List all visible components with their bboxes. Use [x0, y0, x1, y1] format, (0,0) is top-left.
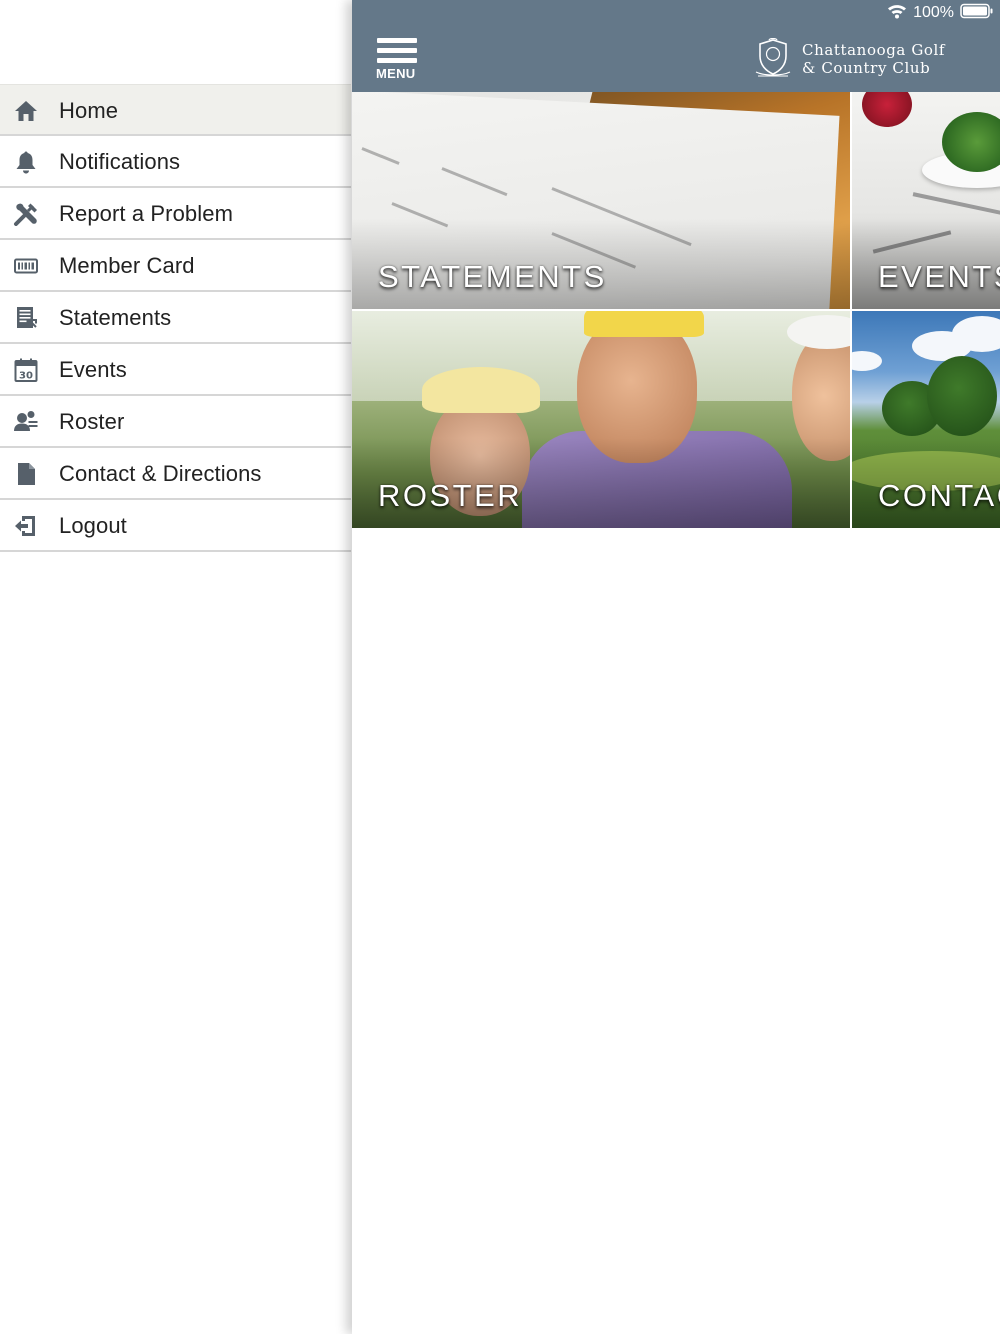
- drawer-menu: Home Notifications Report a Problem Memb…: [0, 84, 351, 552]
- menu-button[interactable]: MENU: [376, 38, 418, 82]
- menu-item-contact-directions[interactable]: Contact & Directions: [0, 448, 351, 500]
- status-bar: 100%: [887, 3, 994, 23]
- tile-caption: EVENTS: [878, 259, 1000, 294]
- menu-item-label: Notifications: [59, 149, 181, 174]
- tile-events[interactable]: EVENTS: [852, 92, 1000, 309]
- menu-item-home[interactable]: Home: [0, 84, 351, 136]
- menu-item-label: Member Card: [59, 253, 195, 278]
- tile-caption: STATEMENTS: [378, 259, 607, 294]
- bell-icon: [13, 149, 39, 175]
- menu-item-label: Roster: [59, 409, 125, 434]
- svg-text:30: 30: [19, 371, 33, 382]
- club-name: Chattanooga Golf & Country Club: [802, 41, 1000, 77]
- menu-item-member-card[interactable]: Member Card: [0, 240, 351, 292]
- menu-item-events[interactable]: 30 Events: [0, 344, 351, 396]
- menu-item-label: Logout: [59, 513, 127, 538]
- club-name-line-2: & Country Club: [802, 59, 931, 77]
- menu-item-label: Report a Problem: [59, 201, 234, 226]
- tile-contact[interactable]: CONTACT: [852, 311, 1000, 528]
- battery-percent: 100%: [913, 4, 954, 21]
- club-crest-logo: [754, 37, 792, 78]
- tools-icon: [13, 201, 39, 227]
- roster-icon: [13, 409, 39, 435]
- hamburger-icon: [377, 38, 417, 43]
- wifi-icon: [887, 3, 907, 24]
- tile-caption: CONTACT: [878, 478, 1000, 513]
- home-icon: [13, 98, 39, 124]
- logout-icon: [13, 513, 39, 539]
- menu-item-report-problem[interactable]: Report a Problem: [0, 188, 351, 240]
- tile-roster[interactable]: ROSTER: [352, 311, 850, 528]
- tile-caption: ROSTER: [378, 478, 523, 513]
- statement-icon: [13, 305, 39, 331]
- member-card-icon: [13, 253, 39, 279]
- battery-icon: [960, 3, 994, 24]
- club-name-line-1: Chattanooga Golf: [802, 41, 946, 59]
- tile-statements[interactable]: STATEMENTS: [352, 92, 850, 309]
- menu-item-label: Home: [59, 98, 119, 123]
- menu-item-label: Events: [59, 357, 127, 382]
- menu-item-roster[interactable]: Roster: [0, 396, 351, 448]
- menu-item-logout[interactable]: Logout: [0, 500, 351, 552]
- menu-item-label: Contact & Directions: [59, 461, 262, 486]
- menu-button-label: MENU: [376, 66, 416, 81]
- calendar-icon: 30: [13, 357, 39, 383]
- menu-item-notifications[interactable]: Notifications: [0, 136, 351, 188]
- menu-item-statements[interactable]: Statements: [0, 292, 351, 344]
- top-bar: 100% MENU Chattanooga Golf & Country Clu…: [352, 0, 1000, 92]
- document-icon: [13, 461, 39, 487]
- main-panel: 100% MENU Chattanooga Golf & Country Clu…: [352, 0, 1000, 1334]
- menu-item-label: Statements: [59, 305, 172, 330]
- side-drawer: Home Notifications Report a Problem Memb…: [0, 0, 352, 1334]
